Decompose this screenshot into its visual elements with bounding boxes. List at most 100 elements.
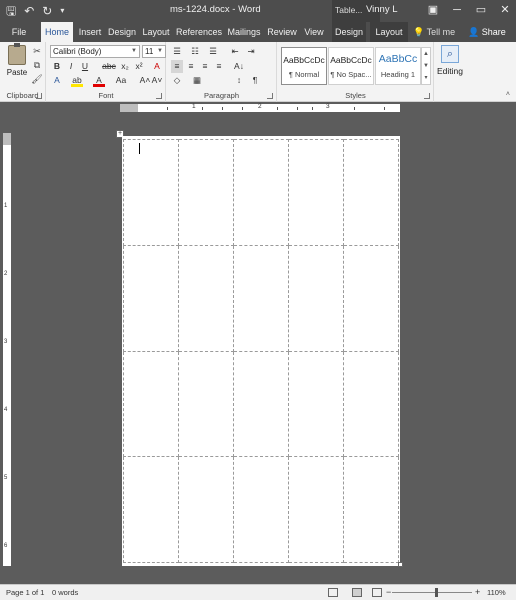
clipboard-dialog-launcher[interactable]	[36, 93, 42, 99]
user-name[interactable]: Vinny L	[366, 4, 398, 15]
zoom-slider-thumb[interactable]	[435, 588, 438, 597]
tab-file[interactable]: File	[6, 22, 32, 42]
table-cell[interactable]	[233, 139, 289, 246]
shading-button[interactable]: ◇	[171, 74, 183, 87]
cut-icon[interactable]: ✂	[31, 45, 43, 57]
table-cell[interactable]	[178, 244, 234, 352]
table-cell[interactable]	[178, 350, 234, 458]
read-mode-icon[interactable]	[328, 588, 338, 597]
page-count[interactable]: Page 1 of 1	[6, 588, 44, 597]
zoom-in-button[interactable]: +	[475, 587, 480, 597]
minimize-button[interactable]: ─	[446, 2, 468, 18]
tab-table-design[interactable]: Design	[332, 22, 366, 42]
zoom-level[interactable]: 110%	[487, 588, 506, 597]
close-button[interactable]: ✕	[494, 2, 516, 18]
sort-button[interactable]: A↓	[231, 60, 247, 73]
tab-insert[interactable]: Insert	[76, 22, 104, 42]
bullets-button[interactable]: ☰	[171, 45, 183, 58]
paste-button[interactable]: Paste	[4, 43, 30, 77]
subscript-button[interactable]: x₂	[119, 60, 131, 73]
print-layout-icon[interactable]	[352, 588, 362, 597]
tab-references[interactable]: References	[176, 22, 222, 42]
borders-button[interactable]: ▦	[191, 74, 203, 87]
document-page[interactable]	[122, 136, 400, 566]
font-name-combo[interactable]: Calibri (Body) ▼	[50, 45, 140, 58]
zoom-slider[interactable]	[392, 592, 472, 593]
save-icon[interactable]: 🖫	[6, 3, 16, 19]
editing-button[interactable]: ⌕ Editing	[436, 45, 464, 76]
vertical-ruler[interactable]: 1 2 3 4 5 6	[3, 133, 11, 566]
tab-mailings[interactable]: Mailings	[226, 22, 262, 42]
style-heading-1[interactable]: AaBbCc Heading 1	[375, 47, 421, 85]
paragraph-dialog-launcher[interactable]	[267, 93, 273, 99]
text-effects-button[interactable]: A	[51, 74, 63, 87]
numbering-button[interactable]: ☷	[189, 45, 201, 58]
table-cell[interactable]	[288, 350, 344, 458]
show-marks-button[interactable]: ¶	[249, 74, 261, 87]
table-cell[interactable]	[343, 456, 399, 563]
web-layout-icon[interactable]	[372, 588, 382, 597]
table-cell[interactable]	[178, 456, 234, 563]
table-cell[interactable]	[123, 350, 179, 458]
document-table[interactable]	[123, 139, 399, 563]
superscript-button[interactable]: x²	[133, 60, 145, 73]
justify-button[interactable]: ≡	[213, 60, 225, 73]
font-dialog-launcher[interactable]	[156, 93, 162, 99]
table-cell[interactable]	[233, 456, 289, 563]
table-cell[interactable]	[123, 244, 179, 352]
tab-view[interactable]: View	[302, 22, 326, 42]
table-resize-handle[interactable]	[398, 562, 403, 567]
zoom-out-button[interactable]: −	[386, 587, 391, 597]
collapse-ribbon-icon[interactable]: ˄	[506, 91, 510, 98]
table-cell[interactable]	[233, 350, 289, 458]
strikethrough-button[interactable]: abc	[101, 60, 117, 73]
highlight-button[interactable]: ab	[71, 74, 83, 87]
ribbon-display-options-icon[interactable]: ▣	[422, 2, 444, 18]
share-button[interactable]: 👤 Share	[468, 22, 506, 42]
font-size-combo[interactable]: 11 ▼	[142, 45, 166, 58]
font-color-button[interactable]: A	[93, 74, 105, 87]
table-cell[interactable]	[123, 139, 179, 246]
tab-table-layout[interactable]: Layout	[370, 22, 408, 42]
tell-me-box[interactable]: 💡 Tell me	[413, 22, 455, 42]
format-painter-icon[interactable]: 🖌	[31, 73, 43, 85]
change-case-button[interactable]: Aa	[113, 74, 129, 87]
styles-gallery-scroll[interactable]: ▲ ▼ ▾	[421, 47, 431, 85]
copy-icon[interactable]: ⧉	[31, 59, 43, 71]
styles-dialog-launcher[interactable]	[424, 93, 430, 99]
restore-button[interactable]: ▭	[470, 2, 492, 18]
decrease-indent-button[interactable]: ⇤	[229, 45, 241, 58]
align-right-button[interactable]: ≡	[199, 60, 211, 73]
align-left-button[interactable]: ≡	[171, 60, 183, 73]
grow-font-button[interactable]: A˄	[139, 74, 151, 87]
tab-design[interactable]: Design	[107, 22, 137, 42]
table-cell[interactable]	[288, 244, 344, 352]
table-cell[interactable]	[288, 139, 344, 246]
tab-home[interactable]: Home	[41, 22, 73, 42]
table-cell[interactable]	[343, 139, 399, 246]
clear-formatting-button[interactable]: A	[151, 60, 163, 73]
table-cell[interactable]	[343, 244, 399, 352]
underline-button[interactable]: U	[79, 60, 91, 73]
customize-qat-icon[interactable]: ▾	[60, 3, 64, 19]
center-button[interactable]: ≡	[185, 60, 197, 73]
style-normal[interactable]: AaBbCcDc ¶ Normal	[281, 47, 327, 85]
style-no-spacing[interactable]: AaBbCcDc ¶ No Spac...	[328, 47, 374, 85]
undo-icon[interactable]: ↶	[24, 3, 34, 19]
redo-icon[interactable]: ↻	[42, 3, 52, 19]
table-cell[interactable]	[233, 244, 289, 352]
table-cell[interactable]	[288, 456, 344, 563]
word-count[interactable]: 0 words	[52, 588, 78, 597]
horizontal-ruler[interactable]: 1 2 3	[120, 103, 400, 112]
multilevel-list-button[interactable]: ☰	[207, 45, 219, 58]
line-spacing-button[interactable]: ↕	[233, 74, 245, 87]
tab-layout[interactable]: Layout	[141, 22, 171, 42]
table-cell[interactable]	[123, 456, 179, 563]
bold-button[interactable]: B	[51, 60, 63, 73]
increase-indent-button[interactable]: ⇥	[245, 45, 257, 58]
tab-review[interactable]: Review	[266, 22, 298, 42]
table-cell[interactable]	[178, 139, 234, 246]
shrink-font-button[interactable]: A˅	[151, 74, 163, 87]
italic-button[interactable]: I	[65, 60, 77, 73]
table-cell[interactable]	[343, 350, 399, 458]
